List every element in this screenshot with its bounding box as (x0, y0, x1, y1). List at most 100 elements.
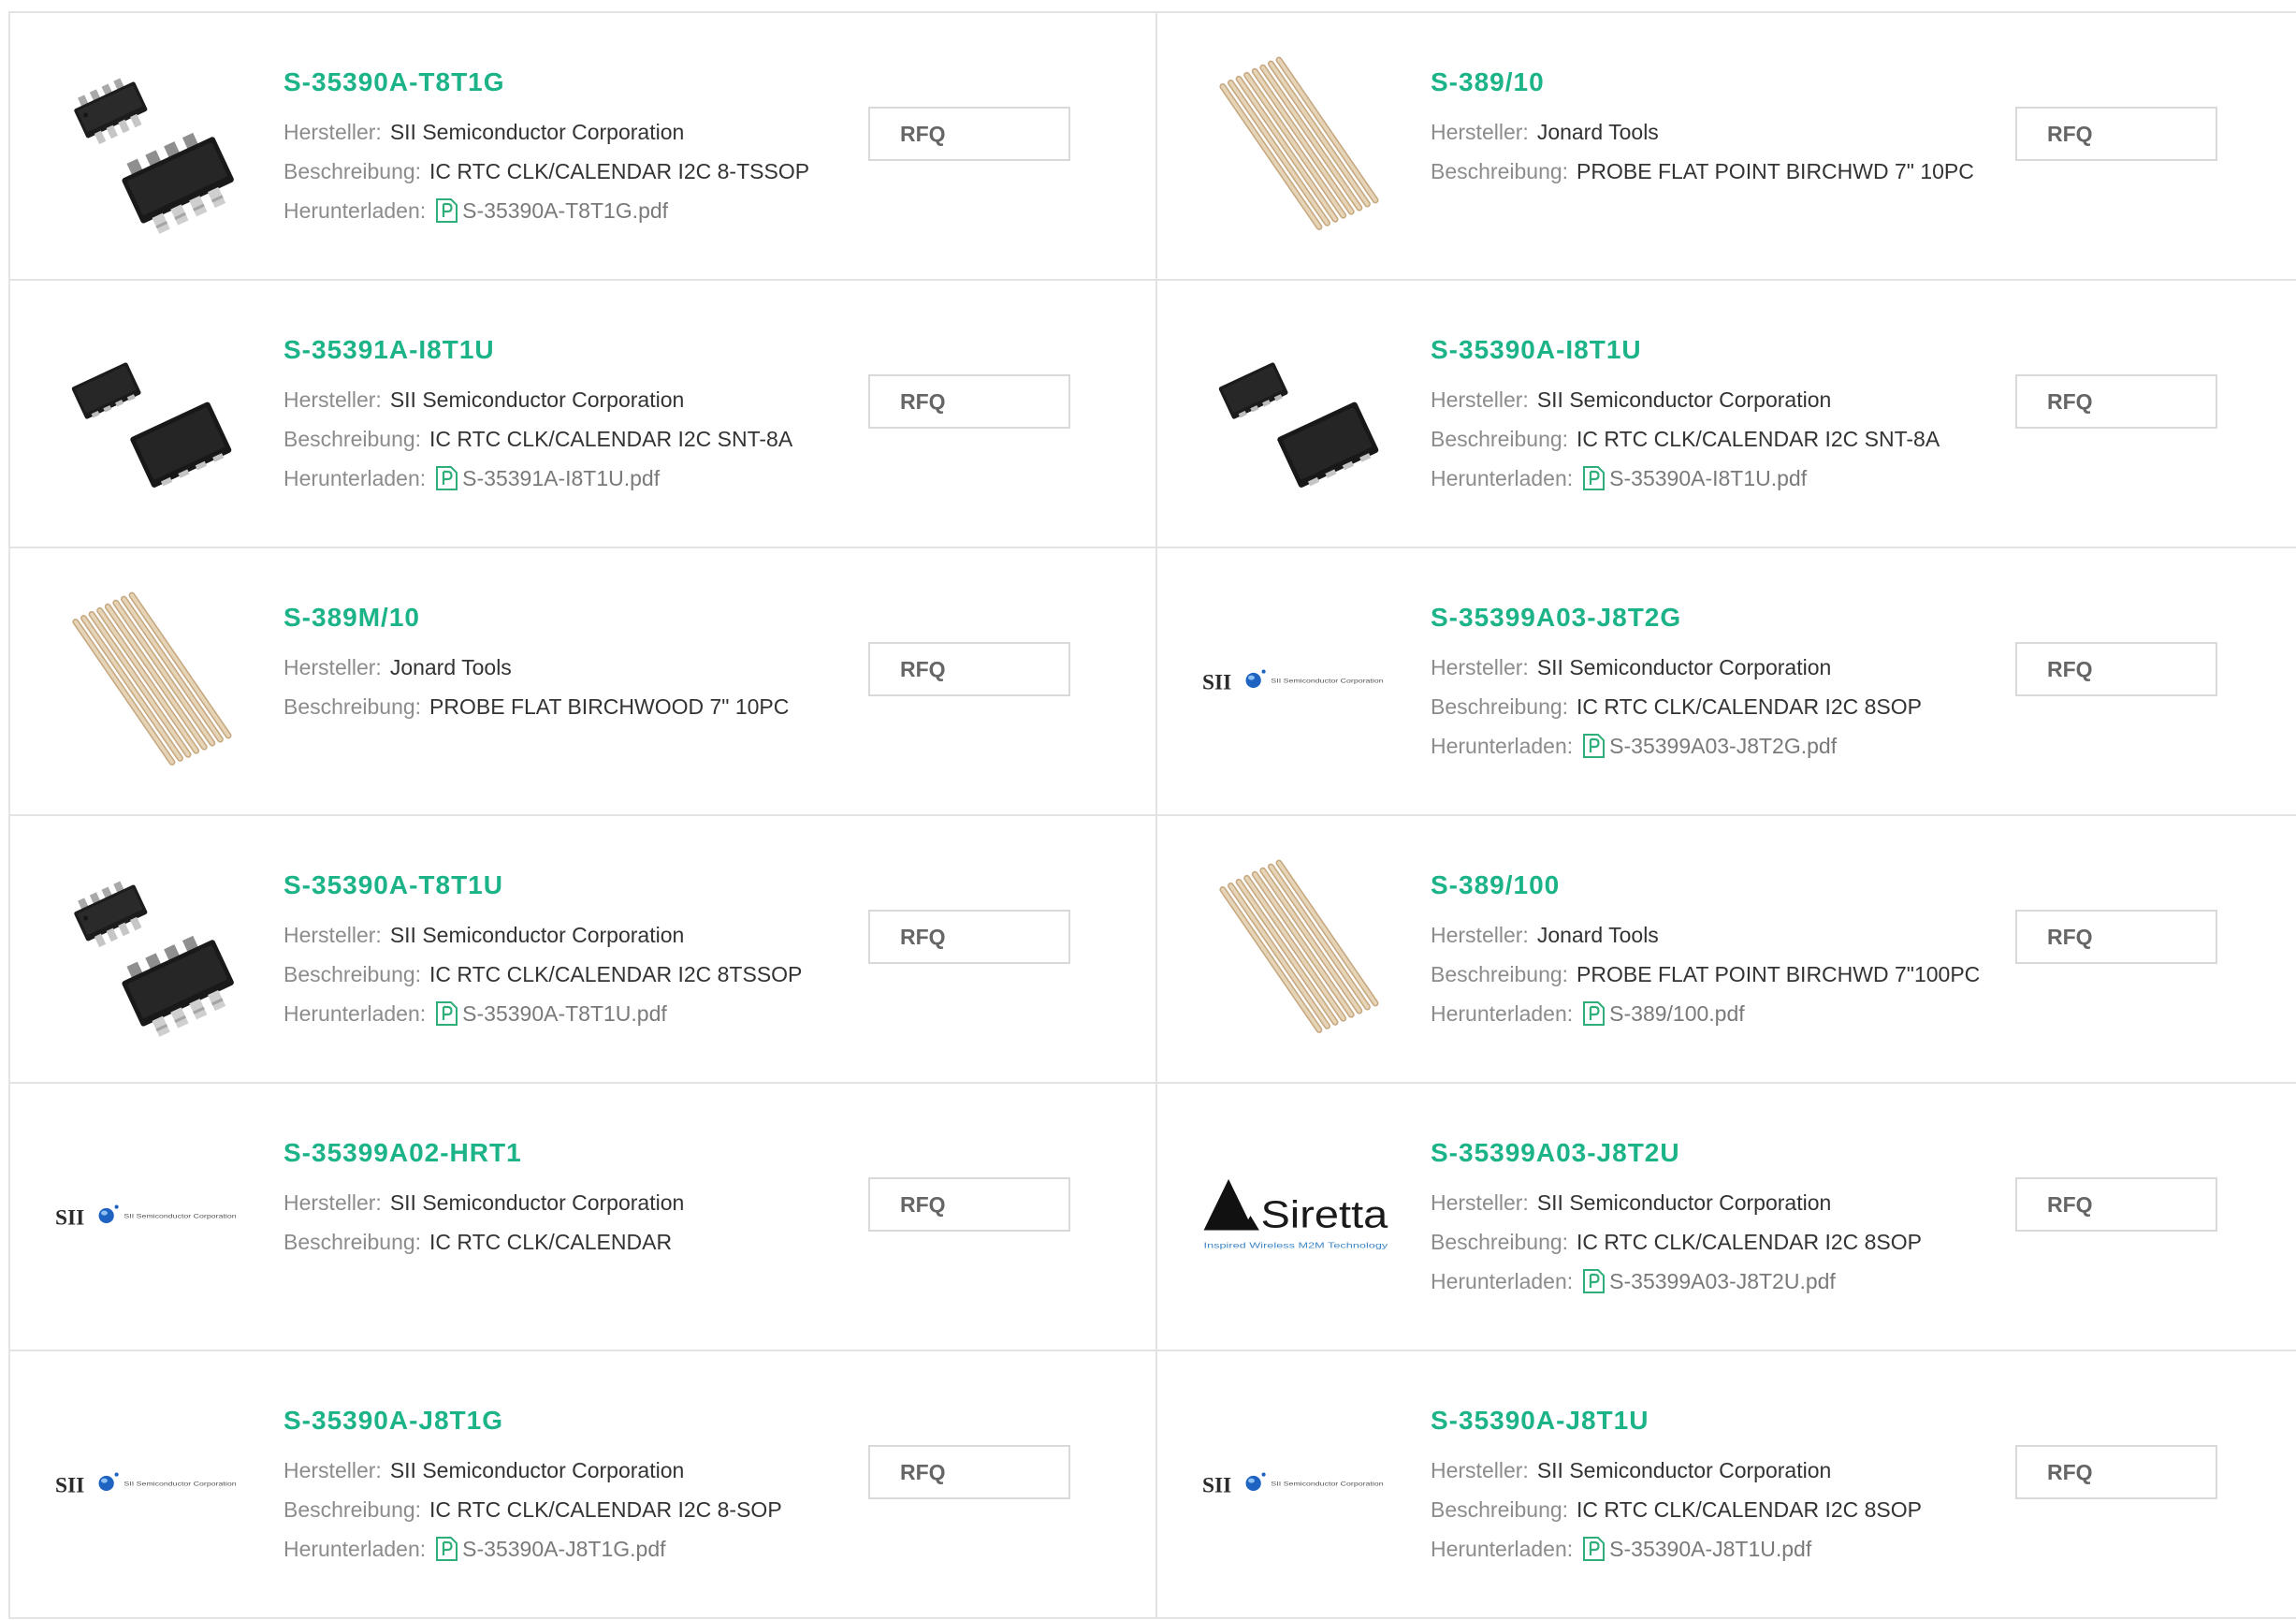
description-label: Beschreibung: (283, 159, 422, 183)
part-number-link[interactable]: S-35390A-J8T1U (1431, 1402, 1922, 1439)
logo-wordmark: SII (1202, 670, 1231, 694)
product-info: S-35390A-J8T1G Hersteller: SII Semiconduc… (283, 1402, 782, 1569)
manufacturer-row: Hersteller: Jonard Tools (1431, 112, 1974, 152)
small-chip (71, 362, 141, 419)
description-value: PROBE FLAT POINT BIRCHWD 7" 10PC (1577, 159, 1974, 183)
part-number-link[interactable]: S-35390A-T8T1U (283, 867, 802, 904)
part-number-link[interactable]: S-35390A-T8T1G (283, 64, 809, 101)
manufacturer-value: SII Semiconductor Corporation (1536, 1190, 1832, 1215)
manufacturer-value: SII Semiconductor Corporation (389, 923, 685, 947)
rfq-button[interactable]: RFQ (2015, 910, 2217, 964)
download-row: Herunterladen: S-35390A-J8T1G.pdf (283, 1529, 782, 1569)
globe-icon (98, 1472, 119, 1492)
rfq-button[interactable]: RFQ (868, 1445, 1070, 1499)
product-image-link[interactable] (1202, 51, 1392, 241)
datasheet-filename: S-35390A-J8T1G.pdf (462, 1537, 666, 1561)
datasheet-link[interactable]: S-389/100.pdf (1581, 1001, 1745, 1026)
part-number-link[interactable]: S-35390A-I8T1U (1431, 331, 1940, 369)
product-info: S-389M/10 Hersteller: Jonard Tools Beschr… (283, 599, 789, 726)
rfq-button[interactable]: RFQ (868, 910, 1070, 964)
manufacturer-value: Jonard Tools (389, 655, 512, 679)
product-image-link[interactable] (55, 854, 245, 1044)
sii-logo-image: SII SII Semiconductor Corporation (55, 1204, 237, 1230)
description-row: Beschreibung: IC RTC CLK/CALENDAR I2C 8SO… (1431, 1490, 1922, 1529)
snt-chip-image (71, 362, 232, 488)
download-row: Herunterladen: S-389/100.pdf (1431, 994, 1980, 1033)
pdf-icon (1581, 733, 1606, 759)
download-label: Herunterladen: (283, 198, 427, 223)
pdf-icon-graphic (1583, 466, 1606, 490)
manufacturer-label: Hersteller: (283, 655, 382, 679)
product-image-link[interactable] (55, 319, 245, 509)
download-label: Herunterladen: (283, 1537, 427, 1561)
part-number-link[interactable]: S-35391A-I8T1U (283, 331, 792, 369)
pdf-icon-graphic (1583, 734, 1606, 758)
large-chip (1277, 401, 1379, 488)
description-label: Beschreibung: (1431, 962, 1569, 986)
download-label: Herunterladen: (1431, 1269, 1574, 1293)
product-image-link[interactable]: SII SII Semiconductor Corporation (1202, 1390, 1392, 1580)
probe-bundle (1219, 859, 1379, 1033)
datasheet-link[interactable]: S-35390A-I8T1U.pdf (1581, 466, 1807, 490)
rfq-button[interactable]: RFQ (2015, 1445, 2217, 1499)
product-image-link[interactable] (55, 51, 245, 241)
rfq-button[interactable]: RFQ (2015, 107, 2217, 161)
product-image-link[interactable]: Siretta Inspired Wireless M2M Technology (1202, 1122, 1392, 1312)
product-image-link[interactable]: SII SII Semiconductor Corporation (1202, 587, 1392, 777)
description-label: Beschreibung: (283, 1497, 422, 1522)
product-card: SII SII Semiconductor Corporation S-3539… (10, 1084, 1157, 1351)
rfq-button[interactable]: RFQ (2015, 1177, 2217, 1232)
datasheet-filename: S-35390A-T8T1U.pdf (462, 1001, 667, 1026)
rfq-button[interactable]: RFQ (2015, 374, 2217, 429)
datasheet-link[interactable]: S-35390A-T8T1U.pdf (434, 1001, 667, 1026)
description-value: IC RTC CLK/CALENDAR I2C SNT-8A (429, 427, 793, 451)
manufacturer-row: Hersteller: SII Semiconductor Corporation (1431, 1451, 1922, 1490)
description-row: Beschreibung: IC RTC CLK/CALENDAR (283, 1222, 684, 1262)
product-image-link[interactable] (55, 587, 245, 777)
manufacturer-value: SII Semiconductor Corporation (1536, 1458, 1832, 1482)
part-number-link[interactable]: S-35399A03-J8T2U (1431, 1134, 1922, 1172)
description-value: IC RTC CLK/CALENDAR I2C 8TSSOP (429, 962, 803, 986)
product-image-link[interactable] (1202, 319, 1392, 509)
description-row: Beschreibung: PROBE FLAT BIRCHWOOD 7" 10P… (283, 687, 789, 726)
datasheet-link[interactable]: S-35391A-I8T1U.pdf (434, 466, 660, 490)
part-number-link[interactable]: S-35390A-J8T1G (283, 1402, 782, 1439)
part-number-link[interactable]: S-389M/10 (283, 599, 789, 636)
tssop-chip-image (74, 78, 234, 234)
datasheet-filename: S-35390A-T8T1G.pdf (462, 198, 669, 223)
description-row: Beschreibung: PROBE FLAT POINT BIRCHWD 7"… (1431, 152, 1974, 191)
part-number-link[interactable]: S-389/10 (1431, 64, 1974, 101)
pdf-icon (1581, 1000, 1606, 1027)
datasheet-link[interactable]: S-35399A03-J8T2U.pdf (1581, 1269, 1836, 1293)
description-row: Beschreibung: IC RTC CLK/CALENDAR I2C 8-T… (283, 152, 809, 191)
rfq-button[interactable]: RFQ (868, 1177, 1070, 1232)
part-number-link[interactable]: S-35399A03-J8T2G (1431, 599, 1922, 636)
part-number-link[interactable]: S-389/100 (1431, 867, 1980, 904)
description-label: Beschreibung: (1431, 159, 1569, 183)
datasheet-link[interactable]: S-35399A03-J8T2G.pdf (1581, 734, 1837, 758)
pdf-icon (434, 197, 459, 224)
datasheet-link[interactable]: S-35390A-J8T1U.pdf (1581, 1537, 1811, 1561)
manufacturer-row: Hersteller: SII Semiconductor Corporation (1431, 648, 1922, 687)
download-row: Herunterladen: S-35391A-I8T1U.pdf (283, 459, 792, 498)
rfq-button[interactable]: RFQ (868, 107, 1070, 161)
rfq-button[interactable]: RFQ (868, 642, 1070, 696)
manufacturer-label: Hersteller: (1431, 120, 1529, 144)
logo-tagline: SII Semiconductor Corporation (1271, 678, 1384, 684)
product-card: S-35390A-T8T1G Hersteller: SII Semiconduc… (10, 13, 1157, 281)
manufacturer-label: Hersteller: (283, 120, 382, 144)
rfq-button[interactable]: RFQ (868, 374, 1070, 429)
sii-logo-image: SII SII Semiconductor Corporation (1202, 669, 1384, 694)
product-card: S-35391A-I8T1U Hersteller: SII Semiconduc… (10, 281, 1157, 548)
pdf-icon-graphic (436, 466, 458, 490)
part-number-link[interactable]: S-35399A02-HRT1 (283, 1134, 684, 1172)
product-image-link[interactable]: SII SII Semiconductor Corporation (55, 1390, 245, 1580)
datasheet-link[interactable]: S-35390A-J8T1G.pdf (434, 1537, 666, 1561)
product-image-link[interactable] (1202, 854, 1392, 1044)
product-image-link[interactable]: SII SII Semiconductor Corporation (55, 1122, 245, 1312)
download-row: Herunterladen: S-35399A03-J8T2G.pdf (1431, 726, 1922, 766)
download-row: Herunterladen: S-35390A-T8T1G.pdf (283, 191, 809, 230)
manufacturer-value: SII Semiconductor Corporation (1536, 655, 1832, 679)
rfq-button[interactable]: RFQ (2015, 642, 2217, 696)
datasheet-link[interactable]: S-35390A-T8T1G.pdf (434, 198, 668, 223)
